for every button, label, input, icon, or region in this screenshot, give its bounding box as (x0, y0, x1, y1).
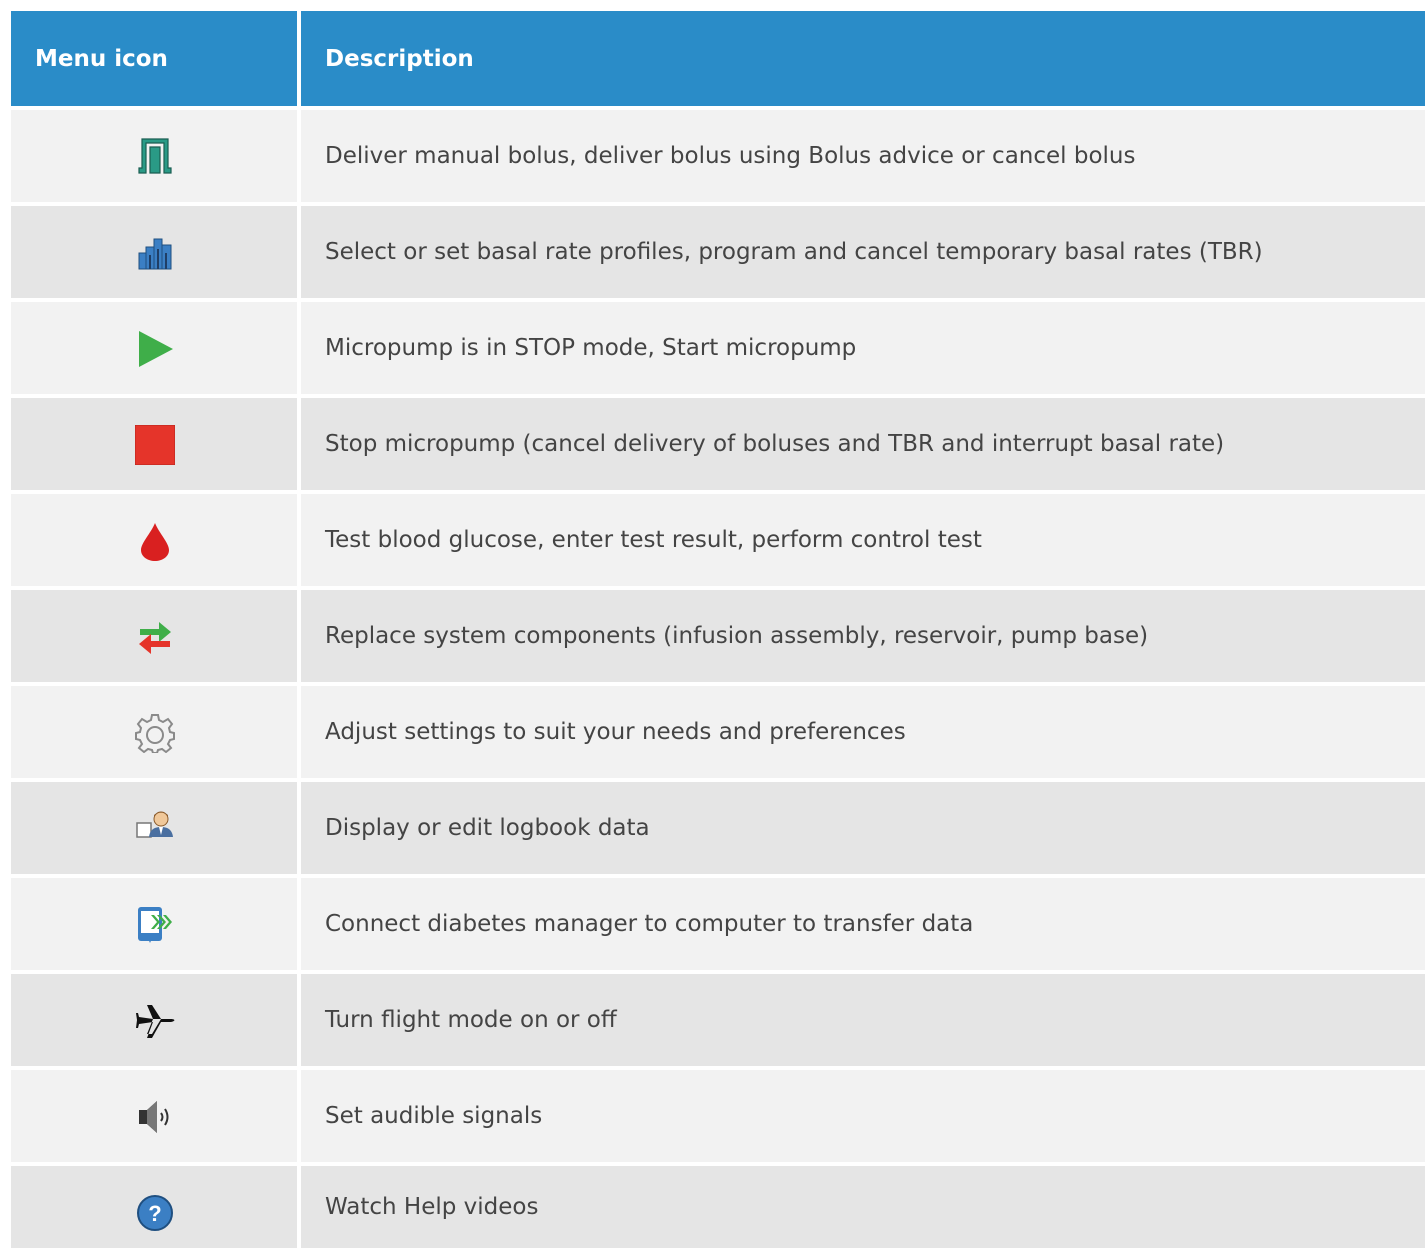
table-row: Test blood glucose, enter test result, p… (11, 494, 1425, 586)
row-description: Turn flight mode on or off (301, 974, 1425, 1066)
table-header: Menu icon Description (11, 11, 1425, 106)
row-description: Set audible signals (301, 1070, 1425, 1162)
bolus-pulse-icon (138, 138, 172, 174)
table-row: Display or edit logbook data (11, 782, 1425, 874)
row-description: Watch Help videos (301, 1166, 1425, 1248)
svg-text:?: ? (148, 1201, 161, 1226)
logbook-person-icon (136, 811, 173, 838)
stop-square-icon (135, 425, 175, 465)
row-description: Display or edit logbook data (301, 782, 1425, 874)
table-row: Set audible signals (11, 1070, 1425, 1162)
row-description: Test blood glucose, enter test result, p… (301, 494, 1425, 586)
gear-icon (135, 714, 175, 753)
table-row: Connect diabetes manager to computer to … (11, 878, 1425, 970)
row-description: Replace system components (infusion asse… (301, 590, 1425, 682)
table-row: Replace system components (infusion asse… (11, 590, 1425, 682)
airplane-icon (136, 1005, 175, 1038)
row-description: Micropump is in STOP mode, Start micropu… (301, 302, 1425, 394)
row-description: Deliver manual bolus, deliver bolus usin… (301, 110, 1425, 202)
table-row: Micropump is in STOP mode, Start micropu… (11, 302, 1425, 394)
table-row: Adjust settings to suit your needs and p… (11, 686, 1425, 778)
header-menu-icon: Menu icon (11, 11, 297, 106)
table-row: Turn flight mode on or off (11, 974, 1425, 1066)
swap-arrows-icon (139, 622, 171, 654)
row-description: Stop micropump (cancel delivery of bolus… (301, 398, 1425, 490)
basal-rate-bars-icon (138, 238, 172, 270)
row-description: Adjust settings to suit your needs and p… (301, 686, 1425, 778)
table-row: Stop micropump (cancel delivery of bolus… (11, 398, 1425, 490)
table-row: Deliver manual bolus, deliver bolus usin… (11, 110, 1425, 202)
row-description: Connect diabetes manager to computer to … (301, 878, 1425, 970)
table-row: Select or set basal rate profiles, progr… (11, 206, 1425, 298)
play-triangle-icon (139, 331, 173, 367)
blood-drop-icon (141, 523, 169, 561)
device-transfer-icon (138, 907, 172, 943)
header-description: Description (301, 11, 1425, 106)
help-question-icon: ? (137, 1195, 173, 1231)
table-row: ? Watch Help videos (11, 1166, 1425, 1248)
speaker-icon (139, 1101, 169, 1133)
menu-icon-table: Menu icon Description Deliver manual bol… (11, 11, 1425, 1248)
row-description: Select or set basal rate profiles, progr… (301, 206, 1425, 298)
